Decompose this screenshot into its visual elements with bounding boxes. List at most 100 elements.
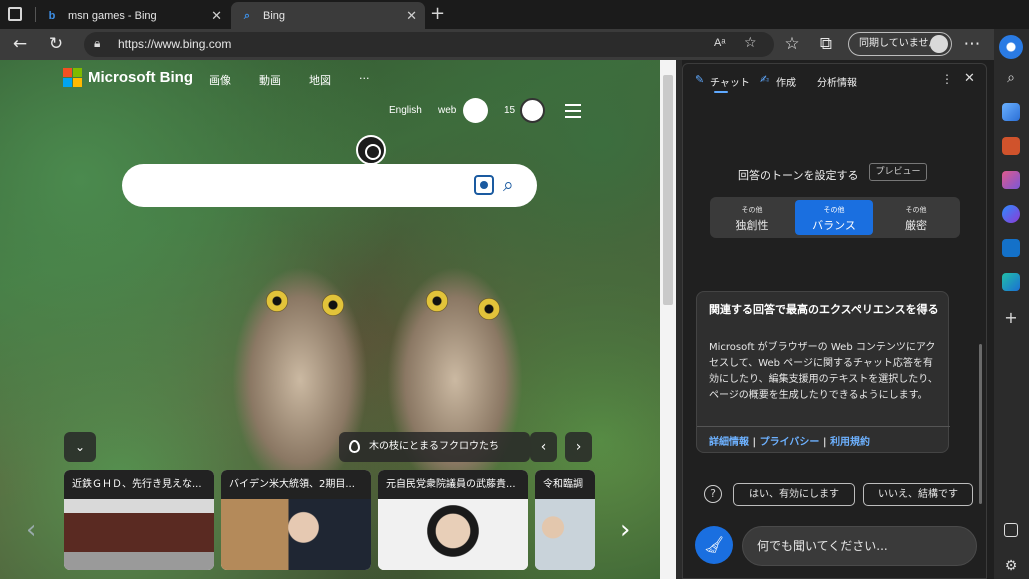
permission-card: 関連する回答で最高のエクスペリエンスを得る Microsoft がブラウザーの … [696,291,950,453]
favorite-star-icon[interactable]: ☆ [744,35,757,51]
lock-icon[interactable]: 🔒︎ [94,36,100,51]
panel-scrollbar[interactable] [979,344,982,504]
scrollbar-thumb[interactable] [663,75,673,305]
card-body: Microsoft がブラウザーの Web コンテンツにアクセスして、Web ペ… [709,342,938,401]
new-topic-broom-icon[interactable]: 🧹︎ [695,526,733,564]
microsoft365-icon[interactable] [1002,205,1020,223]
logo-text: Microsoft Bing [88,69,193,86]
tab-msn-games[interactable]: b msn games - Bing ✕ [36,2,230,29]
language-link[interactable]: English [389,105,422,116]
tab-strip: b msn games - Bing ✕ ⌕ Bing ✕ + [0,0,1029,29]
nav-more[interactable]: ··· [359,72,370,85]
web-link[interactable]: web [438,105,456,116]
news-image [535,499,595,570]
tone-label: 独創性 [735,219,769,232]
address-bar[interactable]: 🔒︎ https://www.bing.com Aᵃ ☆ [84,32,774,57]
news-title: 元自民党衆院議員の武藤貴... [378,470,528,499]
copilot-icon[interactable] [999,35,1023,59]
owl-eye [478,298,500,320]
tab-insights[interactable]: 分析情報 [817,74,857,89]
games-icon[interactable] [1002,171,1020,189]
bing-chat-lens-icon[interactable] [356,135,386,165]
owl-eye [266,290,288,312]
bing-logo[interactable]: Microsoft Bing [63,68,193,87]
new-tab-icon[interactable]: + [430,5,445,23]
news-title: バイデン米大統領、2期目... [221,470,371,499]
terms-link[interactable]: 利用規約 [830,437,870,448]
carousel-prev-icon[interactable]: ‹ [26,515,36,545]
favorites-icon[interactable]: ☆ [782,34,802,54]
news-card[interactable]: 近鉄ＧＨＤ、先行き見えな... [64,470,214,570]
decline-button[interactable]: いいえ、結構です [863,483,973,506]
settings-gear-icon[interactable]: ⚙ [1002,557,1020,575]
collections-icon[interactable]: ⧉ [816,34,836,54]
rewards-points[interactable]: 15 [504,105,515,116]
more-menu-icon[interactable]: ⋯ [962,34,982,54]
tone-precise-button[interactable]: その他 厳密 [877,200,955,235]
active-tab-indicator [714,91,728,93]
news-title: 近鉄ＧＨＤ、先行き見えな... [64,470,214,499]
visual-search-icon[interactable] [474,175,494,195]
nav-images[interactable]: 画像 [209,72,231,88]
search-icon[interactable]: ⌕ [1002,69,1020,87]
profile-avatar [930,35,948,53]
tab-bing[interactable]: ⌕ Bing ✕ [231,2,425,29]
tone-creative-button[interactable]: その他 独創性 [713,200,791,235]
user-icon[interactable] [463,98,488,123]
copilot-panel: ✎ チャット ✍︎ 作成 分析情報 ⋮ ✕ 回答のトーンを設定する プレビュー … [682,63,987,579]
preview-badge: プレビュー [869,163,927,181]
news-image [64,499,214,570]
read-aloud-icon[interactable]: Aᵃ [714,37,725,49]
news-card[interactable]: 令和臨調 [535,470,595,570]
close-tab-icon[interactable]: ✕ [211,8,222,24]
news-card[interactable]: バイデン米大統領、2期目... [221,470,371,570]
tab-compose[interactable]: 作成 [776,74,796,89]
more-options-icon[interactable]: ⋮ [941,72,953,86]
search-icon[interactable]: ⌕ [503,174,525,196]
tone-balanced-button[interactable]: その他 バランス [795,200,873,235]
next-image-button[interactable]: › [565,432,592,462]
prev-image-button[interactable]: ‹ [530,432,557,462]
tab-title: msn games - Bing [68,9,157,22]
collapse-feed-button[interactable]: ⌄ [64,432,96,462]
tab-title: Bing [263,9,286,22]
outlook-icon[interactable] [1002,239,1020,257]
send-icon[interactable] [1002,273,1020,291]
nav-maps[interactable]: 地図 [309,72,331,88]
close-tab-icon[interactable]: ✕ [406,8,417,24]
card-links: 詳細情報 | プライバシー | 利用規約 [709,433,870,448]
microsoft-logo-icon [63,68,82,87]
tone-small-label: その他 [823,206,845,214]
image-caption-chip[interactable]: 木の枝にとまるフクロウたち [339,432,530,462]
tag-icon[interactable] [1002,103,1020,121]
bing-favicon-icon: b [48,9,56,22]
tab-actions-icon[interactable] [8,7,22,21]
details-link[interactable]: 詳細情報 [709,437,749,448]
nav-videos[interactable]: 動画 [259,72,281,88]
accept-button[interactable]: はい、有効にします [733,483,855,506]
card-divider [697,426,950,427]
refresh-icon[interactable]: ↻ [46,34,66,54]
news-title: 令和臨調 [535,470,595,499]
news-image [221,499,371,570]
privacy-link[interactable]: プライバシー [760,437,820,448]
link-separator: | [752,437,757,448]
close-panel-icon[interactable]: ✕ [964,71,975,86]
owl-eye [322,294,344,316]
location-pin-icon [349,440,360,453]
sync-status-button[interactable]: 同期していません [848,32,952,56]
tab-chat[interactable]: チャット [710,74,750,89]
chat-input[interactable]: 何でも聞いてください... [742,526,977,566]
toolbox-icon[interactable] [1002,137,1020,155]
owl-eye [426,290,448,312]
help-icon[interactable]: ? [704,485,722,503]
carousel-next-icon[interactable]: › [620,515,630,545]
rewards-trophy-icon[interactable] [520,98,545,123]
tone-small-label: その他 [905,206,927,214]
news-card[interactable]: 元自民党衆院議員の武藤貴... [378,470,528,570]
back-icon[interactable]: ← [10,34,30,54]
add-icon[interactable]: + [1002,309,1020,327]
hamburger-menu-icon[interactable] [565,104,581,122]
sidebar-layout-icon[interactable] [1004,523,1018,537]
edge-sidebar: ⌕ + ⚙ [994,29,1029,579]
